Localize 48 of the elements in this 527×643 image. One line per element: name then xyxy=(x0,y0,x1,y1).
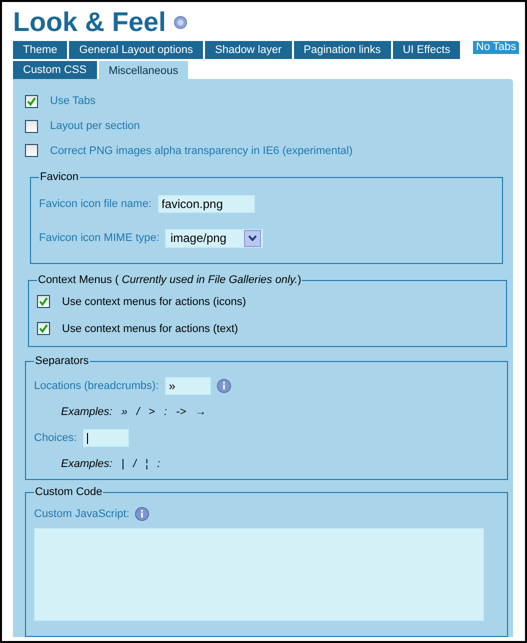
checkbox-label: Correct PNG images alpha transparency in IE6 (experimental) xyxy=(50,144,353,157)
checkbox[interactable] xyxy=(25,94,38,108)
checkbox-label: Layout per section xyxy=(50,120,140,132)
tab[interactable]: General Layout options xyxy=(69,41,203,59)
checkbox-label: Use Tabs xyxy=(50,95,96,108)
tab[interactable]: UI Effects xyxy=(392,41,460,59)
checkbox-label: Use context menus for actions (icons) xyxy=(62,296,246,308)
field-label: Choices: xyxy=(34,432,77,444)
field-label: Favicon icon file name: xyxy=(39,198,152,210)
group-title: Separators xyxy=(34,355,90,368)
field-label: Favicon icon MIME type: xyxy=(39,232,160,244)
separator-example: / xyxy=(133,458,136,470)
tab[interactable]: Miscellaneous xyxy=(98,61,188,80)
field-label: Locations (breadcrumbs): xyxy=(34,380,159,392)
separator-example: > xyxy=(148,406,155,418)
checkbox[interactable] xyxy=(37,322,50,336)
dropdown[interactable]: image/png xyxy=(165,228,264,248)
tab[interactable]: Custom CSS xyxy=(13,61,97,79)
group-title: Favicon xyxy=(39,171,80,184)
input-field[interactable]: » xyxy=(164,377,211,396)
separator-example: -> xyxy=(176,406,186,418)
field-label: Custom JavaScript: xyxy=(34,508,130,520)
separator-example: / xyxy=(136,406,140,418)
no-tabs-button[interactable]: No Tabs xyxy=(473,41,520,54)
checkbox[interactable] xyxy=(25,144,38,158)
info-icon[interactable] xyxy=(135,507,150,522)
separator-example: : xyxy=(164,406,168,418)
page-title: Look & Feel xyxy=(13,6,166,38)
input-field[interactable] xyxy=(82,429,129,448)
checkbox[interactable] xyxy=(37,295,50,308)
group-title: Context Menus ( Currently used in File Galleries only.) xyxy=(37,274,302,286)
separator-example: » xyxy=(121,406,128,418)
separator-example: : xyxy=(157,458,160,470)
tab[interactable]: Theme xyxy=(13,41,68,59)
separator-example: ¦ xyxy=(145,458,148,470)
checkbox[interactable] xyxy=(25,120,38,132)
separator-example: | xyxy=(121,458,124,470)
examples-label: Examples: xyxy=(61,406,112,418)
checkbox-label: Use context menus for actions (text) xyxy=(62,322,238,335)
tab[interactable]: Pagination links xyxy=(294,41,391,59)
info-icon[interactable] xyxy=(216,379,231,394)
examples-label: Examples: xyxy=(61,458,112,470)
group-title: Custom Code xyxy=(34,486,104,498)
separator-example: → xyxy=(195,406,206,418)
input-field[interactable]: favicon.png xyxy=(158,195,254,214)
tab[interactable]: Shadow layer xyxy=(205,41,292,59)
chevron-down-icon xyxy=(248,235,258,242)
text-cursor xyxy=(86,432,88,444)
